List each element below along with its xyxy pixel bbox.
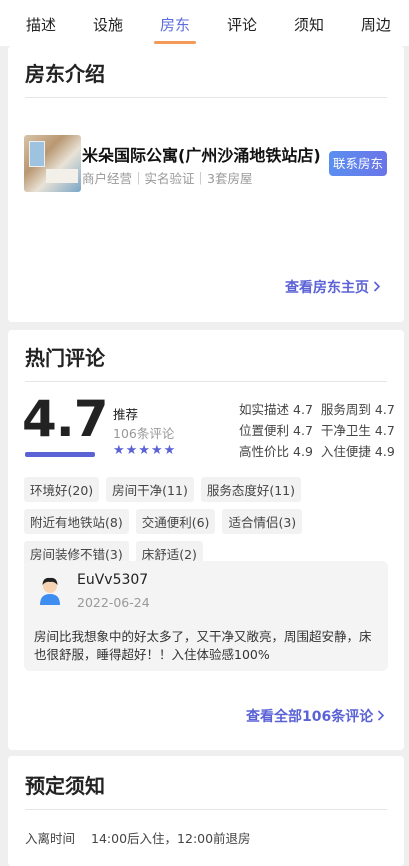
checkin-row: 入离时间 14:00后入住，12:00前退房 <box>25 828 251 847</box>
sub-score-row: 高性价比 4.9 入住便捷 4.9 <box>239 441 399 462</box>
review-tag[interactable]: 环境好(20) <box>24 477 100 502</box>
tab-notice[interactable]: 须知 <box>286 0 332 46</box>
host-meta: 商户经营｜实名验证｜3套房屋 <box>82 171 253 186</box>
review-tag[interactable]: 房间干净(11) <box>106 477 194 502</box>
host-photo[interactable] <box>24 135 81 192</box>
sub-score-value: 4.7 <box>293 423 313 438</box>
sub-score-row: 如实描述 4.7 服务周到 4.7 <box>239 399 399 420</box>
reviews-card: 热门评论 4.7 推荐 106条评论 ★★★★★ 如实描述 4.7 服务周到 4.7… <box>8 330 404 750</box>
sub-score-value: 4.9 <box>293 444 313 459</box>
recommend-label: 推荐 <box>113 407 139 422</box>
all-reviews-link[interactable]: 查看全部106条评论 <box>246 706 385 726</box>
sub-score-label: 入住便捷 <box>320 444 371 459</box>
sub-score-label: 位置便利 <box>239 423 290 438</box>
divider <box>25 97 387 98</box>
score-underline <box>25 452 95 457</box>
sub-score-label: 干净卫生 <box>320 423 371 438</box>
sub-score-value: 4.9 <box>374 444 395 459</box>
host-homepage-link[interactable]: 查看房东主页 <box>285 277 381 297</box>
review-tag[interactable]: 服务态度好(11) <box>200 477 302 502</box>
avatar <box>36 575 64 605</box>
sub-score-label: 服务周到 <box>320 402 371 417</box>
sub-scores: 如实描述 4.7 服务周到 4.7 位置便利 4.7 干净卫生 4.7 高性价比 4.9 … <box>239 399 399 462</box>
featured-review[interactable]: EuVv5307 2022-06-24 房间比我想象中的好太多了，又干净又敞亮，… <box>24 561 388 671</box>
divider <box>25 381 387 382</box>
chevron-right-icon <box>373 280 381 296</box>
reviews-section-title: 热门评论 <box>25 346 105 370</box>
contact-host-button[interactable]: 联系房东 <box>329 151 387 176</box>
tab-nearby[interactable]: 周边 <box>353 0 399 46</box>
review-tags: 环境好(20) 房间干净(11) 服务态度好(11) 附近有地铁站(8) 交通便… <box>24 477 314 573</box>
host-name[interactable]: 米朵国际公寓(广州沙涌地铁站店) <box>82 142 321 166</box>
host-card: 房东介绍 米朵国际公寓(广州沙涌地铁站店) 商户经营｜实名验证｜3套房屋 联系房… <box>8 46 404 322</box>
section-tabs: 描述 设施 房东 评论 须知 周边 <box>0 0 409 46</box>
sub-score-value: 4.7 <box>374 402 395 417</box>
sub-score-row: 位置便利 4.7 干净卫生 4.7 <box>239 420 399 441</box>
review-date: 2022-06-24 <box>77 595 150 610</box>
all-reviews-label: 查看全部106条评论 <box>246 709 374 725</box>
review-tag[interactable]: 附近有地铁站(8) <box>24 509 129 534</box>
sub-score-value: 4.7 <box>374 423 395 438</box>
star-rating-icon: ★★★★★ <box>113 443 177 458</box>
review-tag[interactable]: 交通便利(6) <box>135 509 216 534</box>
tab-reviews[interactable]: 评论 <box>219 0 265 46</box>
sub-score-value: 4.7 <box>293 402 313 417</box>
tab-facilities[interactable]: 设施 <box>85 0 131 46</box>
checkin-value: 14:00后入住，12:00前退房 <box>91 831 251 846</box>
sub-score-label: 如实描述 <box>239 402 290 417</box>
review-text: 房间比我想象中的好太多了，又干净又敞亮，周围超安静，床也很舒服，睡得超好！！入住… <box>34 629 372 662</box>
review-tag[interactable]: 适合情侣(3) <box>222 509 303 534</box>
booking-notice-card: 预定须知 入离时间 14:00后入住，12:00前退房 <box>8 756 404 866</box>
host-section-title: 房东介绍 <box>25 62 105 86</box>
overall-score: 4.7 <box>22 390 109 448</box>
sub-score-label: 高性价比 <box>239 444 290 459</box>
chevron-right-icon <box>377 709 385 725</box>
notice-section-title: 预定须知 <box>25 774 105 798</box>
divider <box>25 809 387 810</box>
checkin-label: 入离时间 <box>25 831 76 846</box>
review-count: 106条评论 <box>113 426 175 441</box>
review-username: EuVv5307 <box>77 572 149 588</box>
host-homepage-label: 查看房东主页 <box>285 280 369 296</box>
tab-host[interactable]: 房东 <box>152 0 198 46</box>
tab-description[interactable]: 描述 <box>18 0 64 46</box>
